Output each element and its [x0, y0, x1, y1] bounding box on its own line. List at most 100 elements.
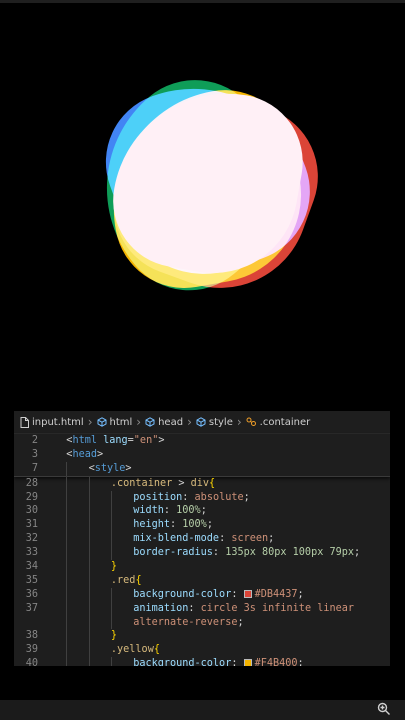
color-swatch[interactable]	[243, 659, 252, 666]
line-code[interactable]: background-color: #DB4437;	[44, 587, 390, 602]
indent-guide	[88, 573, 90, 588]
file-icon	[20, 416, 29, 428]
code-token: border-radius	[133, 547, 213, 559]
line-code[interactable]: <html lang="en">	[44, 434, 390, 448]
code-line[interactable]: 35 .red{	[14, 573, 390, 588]
line-number: 3	[31, 448, 38, 460]
code-line[interactable]: 3 <head>	[14, 448, 390, 462]
code-token: :	[231, 658, 244, 666]
indent-guide	[110, 546, 112, 561]
indent-guide	[66, 490, 68, 505]
code-token: lang	[96, 435, 128, 446]
code-token: div	[190, 477, 210, 489]
line-number: 30	[25, 505, 38, 517]
indent-guide	[88, 643, 90, 658]
indent-guide	[88, 490, 90, 505]
indent-guide	[110, 601, 112, 616]
code-token: :	[182, 491, 195, 503]
code-line[interactable]: 33 border-radius: 135px 80px 100px 79px;	[14, 546, 390, 561]
code-token: animation	[133, 602, 189, 614]
indent-guide	[88, 476, 90, 491]
code-token: }	[110, 630, 118, 642]
code-token: ;	[206, 519, 213, 531]
line-number: 38	[25, 630, 38, 642]
code-editor[interactable]: input.html › html › head › style › .cont…	[14, 411, 390, 666]
code-token: :	[212, 547, 226, 559]
indent-guide	[88, 560, 90, 574]
line-code[interactable]: height: 100%;	[44, 518, 390, 533]
breadcrumb-item-html[interactable]: html	[110, 417, 133, 428]
breadcrumb-item-style[interactable]: style	[209, 417, 233, 428]
line-code[interactable]: }	[44, 560, 390, 574]
bottom-toolbar	[0, 700, 405, 720]
code-token: 100%	[182, 519, 207, 531]
code-line[interactable]: 28 .container > div{	[14, 476, 390, 491]
line-code[interactable]: <style>	[44, 461, 390, 476]
line-code[interactable]: .red{	[44, 573, 390, 588]
code-token: circle 3s infinite linear	[200, 602, 355, 614]
line-code[interactable]: alternate-reverse;	[44, 615, 390, 630]
code-token: :	[231, 588, 244, 600]
code-body[interactable]: 28 .container > div{29 position: absolute;…	[14, 476, 390, 666]
line-code[interactable]: .container > div{	[44, 476, 390, 491]
code-line[interactable]: 38}	[14, 629, 390, 644]
code-token: ;	[297, 658, 304, 666]
line-number	[14, 616, 44, 630]
line-code[interactable]: <head>	[44, 448, 390, 462]
indent-guide	[88, 657, 90, 666]
breadcrumb-file[interactable]: input.html	[32, 417, 84, 428]
code-token: alternate-reverse	[133, 616, 238, 628]
line-code[interactable]: border-radius: 135px 80px 100px 79px;	[44, 546, 390, 561]
code-line[interactable]: 34}	[14, 560, 390, 574]
code-token: >	[125, 462, 132, 474]
breadcrumb: input.html › html › head › style › .cont…	[14, 411, 390, 434]
preview-canvas	[0, 0, 405, 410]
code-line[interactable]: alternate-reverse;	[14, 615, 390, 630]
line-number: 37	[25, 602, 38, 614]
sticky-scroll-header[interactable]: 2 <html lang="en"> 3 <head> 7 <style>	[14, 434, 390, 477]
code-token: .container	[110, 477, 173, 489]
line-code[interactable]: width: 100%;	[44, 504, 390, 519]
code-token: background-color	[133, 658, 232, 666]
breadcrumb-item-head[interactable]: head	[158, 417, 183, 428]
code-line[interactable]: 32 mix-blend-mode: screen;	[14, 532, 390, 547]
code-token: .red	[110, 574, 136, 586]
line-number: 39	[25, 644, 38, 656]
line-number: 31	[25, 519, 38, 531]
line-code[interactable]: }	[44, 629, 390, 644]
code-line[interactable]: 7 <style>	[14, 461, 390, 476]
code-line[interactable]: 40 background-color: #F4B400;	[14, 657, 390, 666]
color-swatch[interactable]	[243, 589, 252, 598]
code-token: ;	[297, 588, 304, 600]
indent-guide	[66, 461, 68, 476]
line-code[interactable]: background-color: #F4B400;	[44, 657, 390, 666]
code-token: mix-blend-mode	[133, 533, 220, 545]
line-number: 36	[25, 588, 38, 600]
code-token: ;	[268, 533, 275, 545]
code-line[interactable]: 2 <html lang="en">	[14, 434, 390, 448]
code-token: .yellow	[110, 644, 154, 656]
code-line[interactable]: 29 position: absolute;	[14, 490, 390, 505]
zoom-button[interactable]	[375, 702, 393, 718]
code-token: 100%	[176, 505, 201, 517]
line-code[interactable]: animation: circle 3s infinite linear	[44, 601, 390, 616]
code-line[interactable]: 36 background-color: #DB4437;	[14, 587, 390, 602]
indent-guide	[88, 518, 90, 533]
code-line[interactable]: 39 .yellow{	[14, 643, 390, 658]
line-code[interactable]: position: absolute;	[44, 490, 390, 505]
code-line[interactable]: 30 width: 100%;	[14, 504, 390, 519]
breadcrumb-item-container[interactable]: .container	[260, 417, 311, 428]
line-code[interactable]: mix-blend-mode: screen;	[44, 532, 390, 547]
line-number: 29	[25, 491, 38, 503]
indent-guide	[66, 629, 68, 644]
code-token: 135px 80px 100px 79px	[225, 547, 355, 559]
code-line[interactable]: 37 animation: circle 3s infinite linear	[14, 601, 390, 616]
code-line[interactable]: 31 height: 100%;	[14, 518, 390, 533]
line-number: 35	[25, 574, 38, 586]
indent-guide	[88, 504, 90, 519]
code-token: "en"	[133, 435, 159, 446]
line-code[interactable]: .yellow{	[44, 643, 390, 658]
line-number: 2	[31, 435, 38, 446]
indent-guide	[110, 657, 112, 666]
indent-guide	[66, 504, 68, 519]
